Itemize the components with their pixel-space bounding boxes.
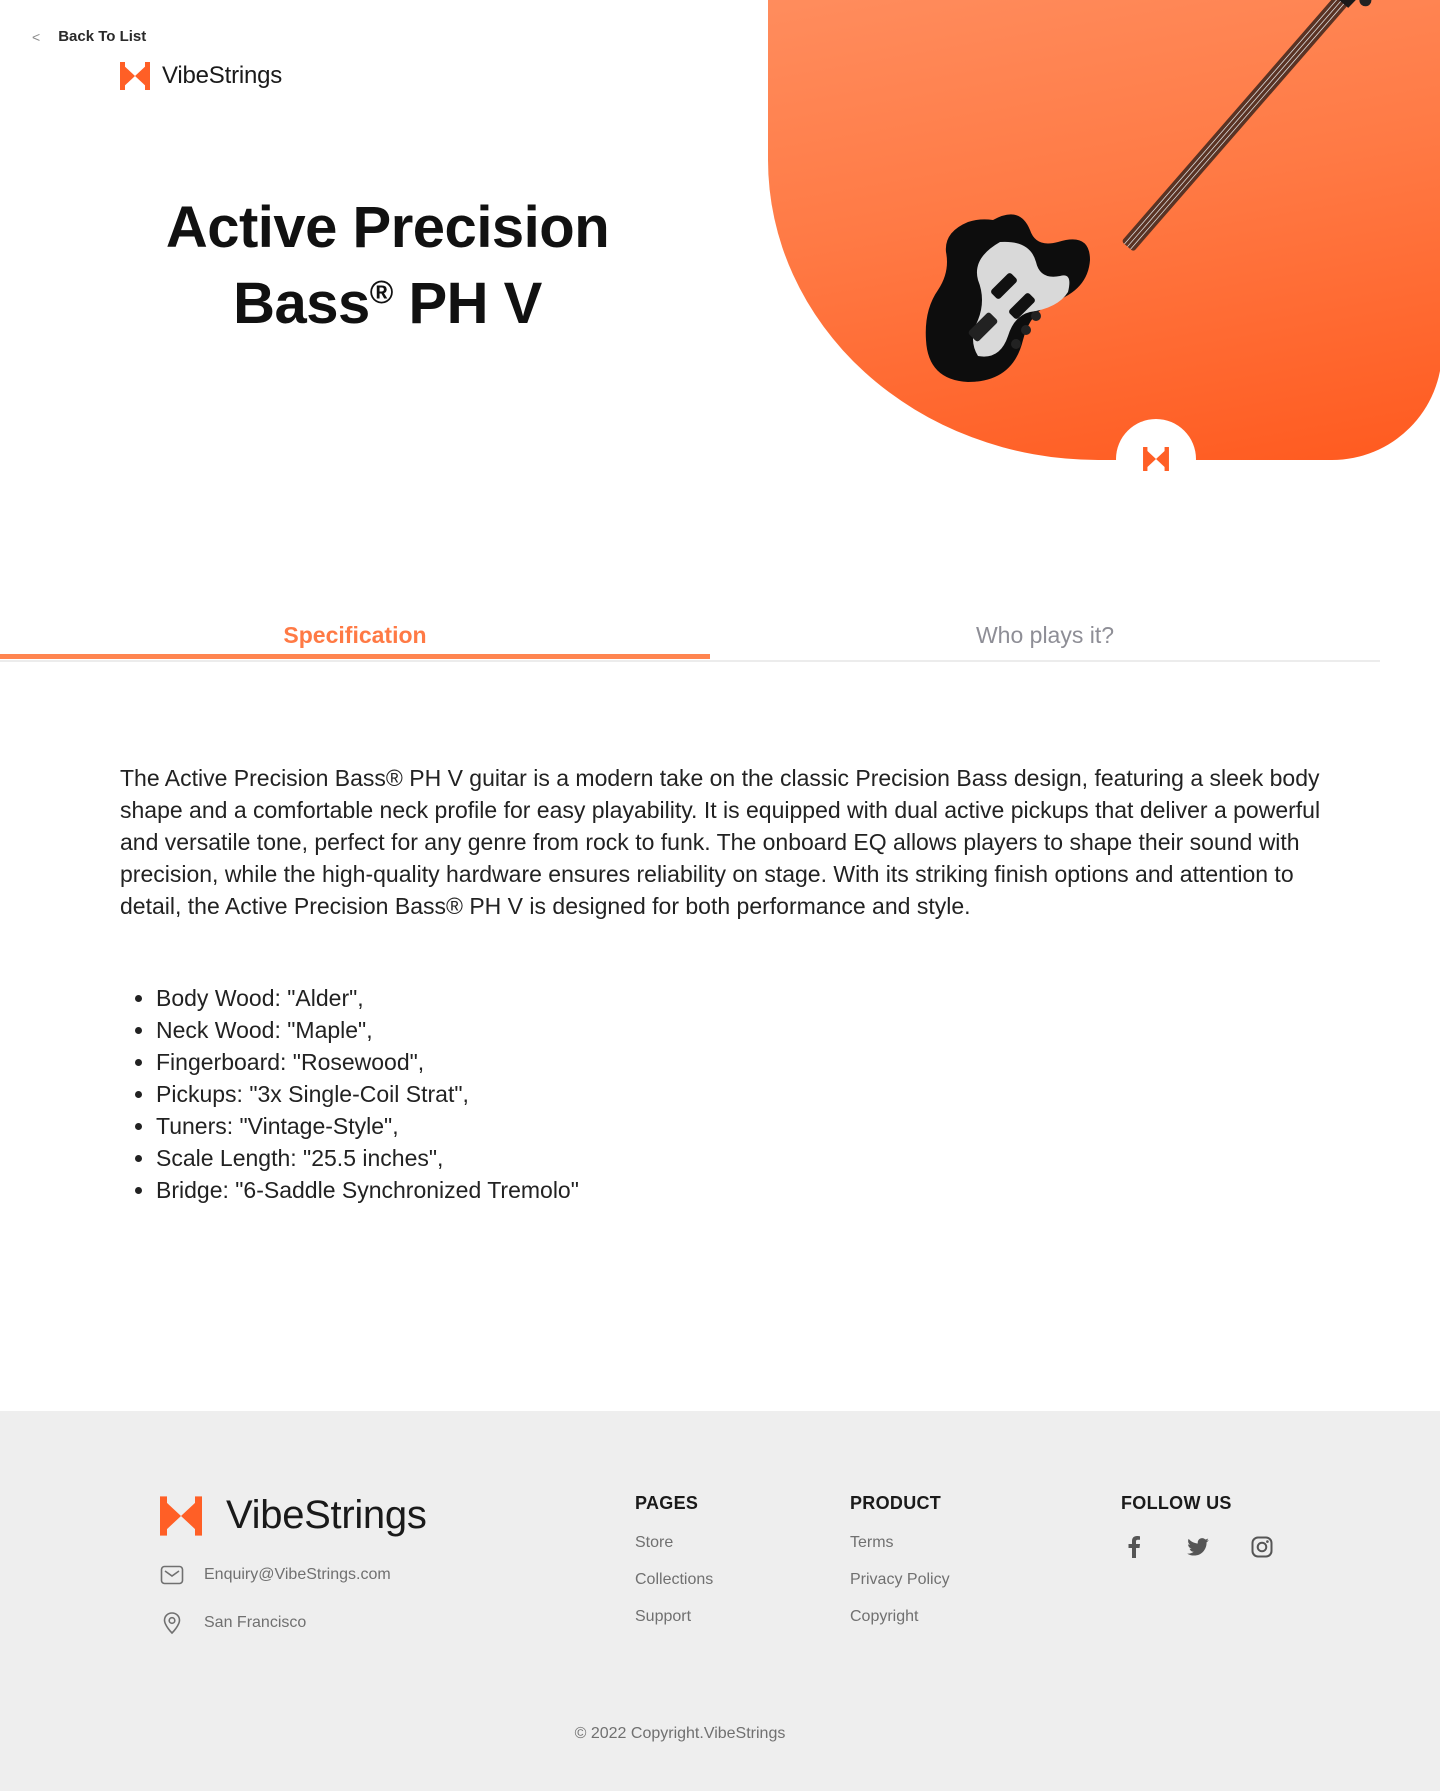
brand-logo[interactable]: VibeStrings — [120, 62, 282, 90]
footer-email[interactable]: Enquiry@VibeStrings.com — [160, 1565, 391, 1585]
footer-product-column: PRODUCT Terms Privacy Policy Copyright — [850, 1493, 950, 1645]
footer-link-privacy-policy[interactable]: Privacy Policy — [850, 1571, 950, 1589]
brand-name: VibeStrings — [162, 62, 283, 89]
facebook-icon[interactable] — [1121, 1534, 1147, 1560]
footer-link-collections[interactable]: Collections — [635, 1571, 713, 1589]
back-to-list-label: Back To List — [58, 28, 147, 45]
social-links — [1121, 1534, 1275, 1560]
vibestrings-badge-icon — [1143, 447, 1169, 471]
footer-copyright: © 2022 Copyright.VibeStrings — [574, 1725, 786, 1742]
brand-badge — [1116, 419, 1196, 499]
footer-follow-heading: FOLLOW US — [1121, 1493, 1232, 1513]
footer-link-store[interactable]: Store — [635, 1534, 713, 1552]
spec-item: Tuners: "Vintage-Style", — [156, 1110, 579, 1142]
vibestrings-logo-icon — [160, 1495, 202, 1536]
footer-brand-name: VibeStrings — [226, 1493, 427, 1537]
footer-link-terms[interactable]: Terms — [850, 1534, 950, 1552]
twitter-icon[interactable] — [1185, 1534, 1211, 1560]
spec-item: Neck Wood: "Maple", — [156, 1014, 579, 1046]
mail-icon — [160, 1565, 184, 1585]
hero-image-panel — [768, 0, 1440, 460]
active-tab-indicator — [0, 654, 710, 659]
product-title-suffix: PH V — [392, 271, 542, 336]
footer-follow-column: FOLLOW US — [1121, 1493, 1275, 1560]
registered-mark: ® — [369, 274, 394, 310]
vibestrings-logo-icon — [120, 62, 150, 90]
footer-pages-column: PAGES Store Collections Support — [635, 1493, 713, 1645]
footer-link-support[interactable]: Support — [635, 1608, 713, 1626]
product-title-line1: Active Precision — [165, 195, 610, 260]
spec-list: Body Wood: "Alder", Neck Wood: "Maple", … — [120, 982, 579, 1206]
site-footer: VibeStrings Enquiry@VibeStrings.com San … — [0, 1411, 1440, 1791]
footer-pages-heading: PAGES — [635, 1493, 699, 1513]
back-to-list-link[interactable]: < Back To List — [32, 28, 146, 45]
spec-item: Body Wood: "Alder", — [156, 982, 579, 1014]
instagram-icon[interactable] — [1249, 1534, 1275, 1560]
tab-specification[interactable]: Specification — [0, 610, 710, 660]
footer-location-text: San Francisco — [204, 1614, 307, 1631]
footer-brand[interactable]: VibeStrings — [160, 1493, 427, 1538]
footer-location: San Francisco — [160, 1611, 306, 1635]
location-pin-icon — [163, 1612, 181, 1635]
footer-link-copyright[interactable]: Copyright — [850, 1608, 950, 1626]
chevron-left-icon: < — [32, 28, 41, 45]
spec-item: Pickups: "3x Single-Coil Strat", — [156, 1078, 579, 1110]
spec-item: Scale Length: "25.5 inches", — [156, 1142, 579, 1174]
spec-item: Bridge: "6-Saddle Synchronized Tremolo" — [156, 1174, 579, 1206]
footer-product-heading: PRODUCT — [850, 1493, 942, 1513]
footer-email-text: Enquiry@VibeStrings.com — [204, 1566, 391, 1583]
spec-item: Fingerboard: "Rosewood", — [156, 1046, 579, 1078]
product-title-line2: Bass — [233, 271, 370, 336]
tab-who-plays-it[interactable]: Who plays it? — [710, 610, 1380, 660]
bass-guitar-image — [925, 0, 1404, 382]
product-title: Active Precision Bass® PH V — [120, 190, 655, 342]
product-description: The Active Precision Bass® PH V guitar i… — [120, 765, 1321, 919]
